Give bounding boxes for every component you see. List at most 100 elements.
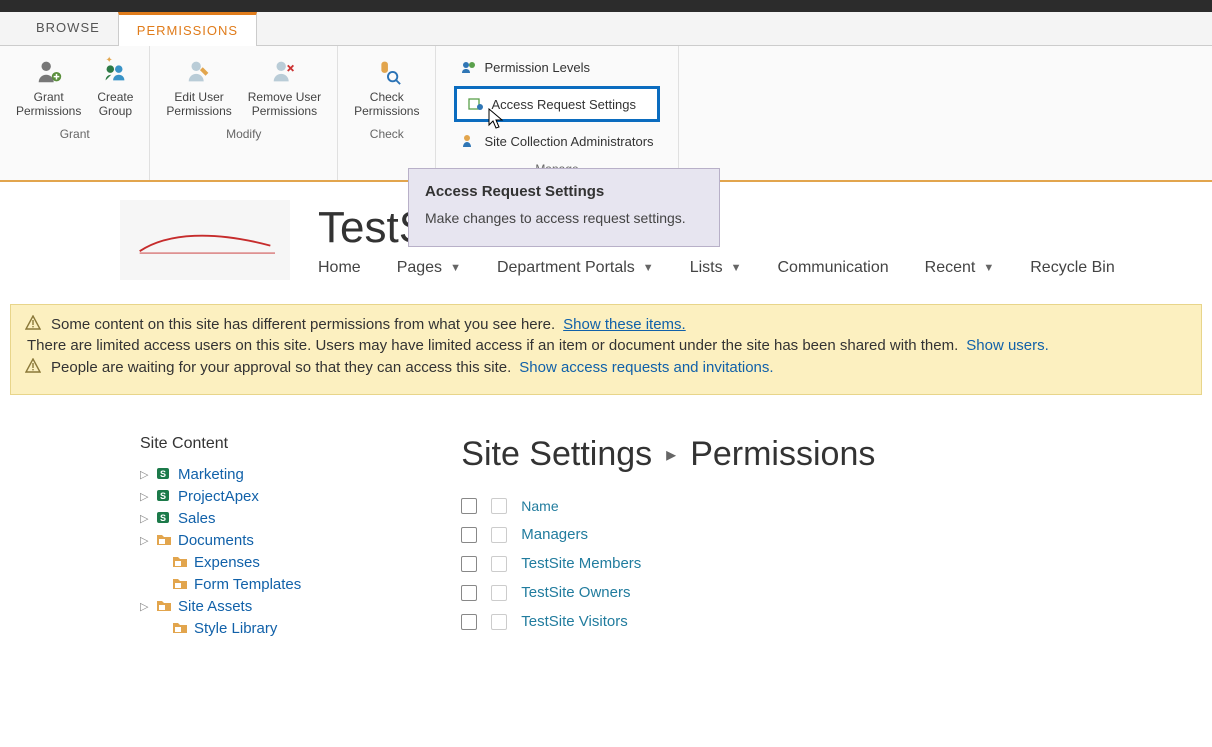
tree-item[interactable]: ▷Documents (140, 529, 301, 551)
label: Home (318, 259, 361, 277)
access-request-icon (467, 95, 485, 113)
ribbon-group-grant: Grant Permissions ✦ Create Group Grant (0, 46, 150, 180)
site-logo[interactable] (120, 200, 290, 280)
label: Remove User Permissions (248, 90, 321, 119)
notice-text: People are waiting for your approval so … (51, 359, 511, 376)
tree-item[interactable]: ▷SProjectApex (140, 485, 301, 507)
show-access-requests-link[interactable]: Show access requests and invitations. (519, 359, 773, 376)
expander-icon[interactable]: ▷ (140, 534, 152, 547)
breadcrumb-separator-icon: ▸ (666, 442, 676, 467)
label: Lists (690, 259, 723, 277)
ribbon-group-check: Check Permissions Check (338, 46, 436, 180)
person-plus-icon (32, 54, 66, 88)
sharepoint-site-icon: S (156, 487, 174, 505)
tree-item[interactable]: ▷ Site Assets (140, 595, 301, 617)
group-label-check: Check (370, 127, 404, 141)
chevron-down-icon: ▼ (983, 262, 994, 274)
expander-icon[interactable]: ▷ (140, 490, 152, 503)
label: Permission Levels (484, 60, 590, 75)
tree-item[interactable]: ▷ SMarketing (140, 463, 301, 485)
label: Grant Permissions (16, 90, 81, 119)
nav-home[interactable]: Home (318, 259, 361, 277)
ribbon-group-modify: Edit User Permissions Remove User Permis… (150, 46, 338, 180)
expander-icon[interactable]: ▷ (140, 468, 152, 481)
row-checkbox[interactable] (461, 556, 477, 572)
tree-item[interactable]: Style Library (140, 617, 301, 639)
check-permissions-button[interactable]: Check Permissions (348, 52, 425, 121)
row-checkbox[interactable] (461, 527, 477, 543)
svg-text:S: S (160, 513, 166, 523)
breadcrumb-site-settings[interactable]: Site Settings (461, 435, 652, 474)
folder-icon (172, 553, 190, 571)
folder-icon (156, 597, 174, 615)
label: Check Permissions (354, 90, 419, 119)
nav-lists[interactable]: Lists▼ (690, 259, 742, 277)
nav-communication[interactable]: Communication (777, 259, 888, 277)
show-users-link[interactable]: Show users. (966, 337, 1049, 354)
warning-icon (25, 358, 43, 376)
edit-user-permissions-button[interactable]: Edit User Permissions (160, 52, 237, 121)
tab-browse[interactable]: BROWSE (18, 12, 118, 45)
row-secondary-checkbox[interactable] (491, 614, 507, 630)
group-label-grant: Grant (60, 127, 90, 141)
tree-item[interactable]: Expenses (140, 551, 301, 573)
table-header-row: Name (461, 492, 1192, 520)
permissions-notice-banner: Some content on this site has different … (10, 304, 1202, 395)
key-search-icon (370, 54, 404, 88)
tree-item-label: Form Templates (194, 576, 301, 593)
nav-department-portals[interactable]: Department Portals▼ (497, 259, 654, 277)
admin-icon (460, 132, 478, 150)
folder-icon (156, 531, 174, 549)
folder-icon (172, 575, 190, 593)
row-secondary-checkbox[interactable] (491, 556, 507, 572)
site-collection-admins-button[interactable]: Site Collection Administrators (454, 130, 659, 152)
group-plus-icon: ✦ (98, 54, 132, 88)
row-checkbox[interactable] (461, 614, 477, 630)
group-name-link[interactable]: TestSite Members (521, 555, 641, 572)
permission-levels-button[interactable]: Permission Levels (454, 56, 659, 78)
tab-permissions[interactable]: PERMISSIONS (118, 12, 257, 46)
tree-list: ▷SMarketing▷SProjectApex▷SSales▷Document… (140, 463, 301, 639)
nav-recycle-bin[interactable]: Recycle Bin (1030, 259, 1114, 277)
sharepoint-site-icon: S (156, 509, 174, 527)
site-content-header: Site Content (140, 435, 301, 453)
nav-pages[interactable]: Pages ▼ (397, 259, 461, 277)
table-row: Managers (461, 520, 1192, 549)
tooltip-body: Make changes to access request settings. (425, 210, 703, 226)
tree-item-label: Marketing (178, 466, 244, 483)
tree-item[interactable]: ▷SSales (140, 507, 301, 529)
label: Communication (777, 259, 888, 277)
column-header-name[interactable]: Name (521, 498, 558, 514)
row-checkbox[interactable] (461, 585, 477, 601)
row-secondary-checkbox[interactable] (491, 585, 507, 601)
select-all-checkbox[interactable] (461, 498, 477, 514)
remove-user-permissions-button[interactable]: Remove User Permissions (242, 52, 327, 121)
grant-permissions-button[interactable]: Grant Permissions (10, 52, 87, 121)
sharepoint-site-icon: S (156, 465, 174, 483)
nav-recent[interactable]: Recent▼ (925, 259, 995, 277)
header-spacer-checkbox (491, 498, 507, 514)
label: Department Portals (497, 259, 635, 277)
access-request-settings-button[interactable]: Access Request Settings (454, 86, 659, 122)
expander-icon[interactable]: ▷ (140, 600, 152, 613)
breadcrumb: Site Settings ▸ Permissions (461, 435, 1192, 474)
show-these-items-link[interactable]: Show these items. (563, 316, 686, 333)
tree-item-label: Site Assets (178, 598, 252, 615)
expander-icon[interactable]: ▷ (140, 512, 152, 525)
chevron-down-icon: ▼ (450, 262, 461, 274)
label: Access Request Settings (491, 97, 636, 112)
group-name-link[interactable]: TestSite Visitors (521, 613, 627, 630)
table-row: TestSite Visitors (461, 607, 1192, 636)
tree-item-label: Expenses (194, 554, 260, 571)
tooltip-title: Access Request Settings (425, 183, 703, 200)
label: Recycle Bin (1030, 259, 1114, 277)
create-group-button[interactable]: ✦ Create Group (91, 52, 139, 121)
group-name-link[interactable]: Managers (521, 526, 588, 543)
label: Pages (397, 259, 442, 277)
svg-text:S: S (160, 491, 166, 501)
group-name-link[interactable]: TestSite Owners (521, 584, 630, 601)
window-top-bar (0, 0, 1212, 12)
row-secondary-checkbox[interactable] (491, 527, 507, 543)
notice-text: Some content on this site has different … (51, 316, 555, 333)
tree-item[interactable]: Form Templates (140, 573, 301, 595)
